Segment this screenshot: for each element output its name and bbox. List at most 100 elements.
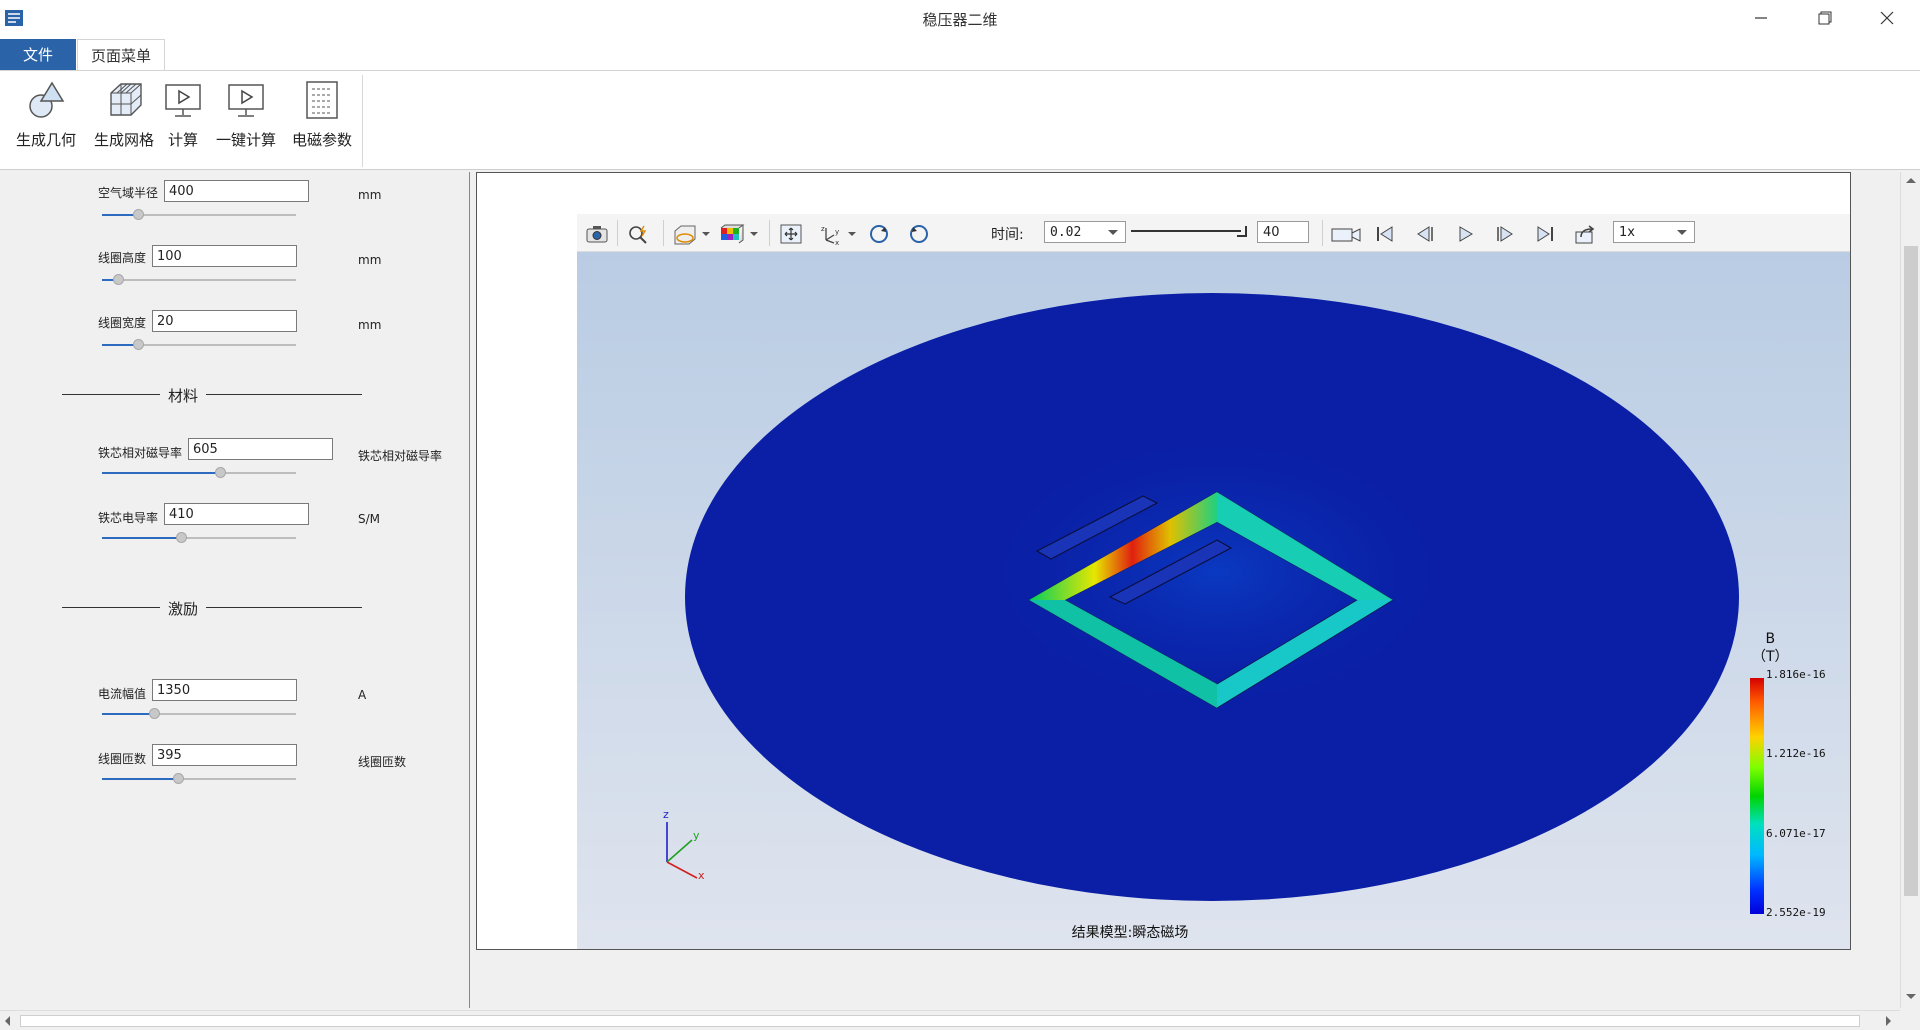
current-amplitude-unit: A [358,688,367,702]
tab-page-menu[interactable]: 页面菜单 [77,39,165,71]
vertical-scrollbar[interactable] [1900,172,1920,1008]
excitation-divider-right [206,607,362,608]
frame-spinbox[interactable]: 40 [1257,221,1309,243]
current-amplitude-input[interactable] [152,679,297,701]
geometry-icon [29,81,65,118]
record-button[interactable] [1329,222,1363,246]
current-amplitude-slider[interactable] [102,708,296,719]
last-frame-button[interactable] [1531,222,1559,246]
title-bar: 稳压器二维 [0,0,1920,36]
svg-text:x: x [835,239,839,245]
em-params-icon [306,81,338,119]
play-button[interactable] [1451,222,1479,246]
field-glow [997,442,1437,702]
material-divider-left [62,394,160,395]
time-slider[interactable] [1131,230,1241,232]
zoom-fit-button[interactable] [625,222,653,246]
coil-width-label: 线圈宽度 [98,316,147,330]
tab-file[interactable]: 文件 [0,39,76,70]
one-click-compute-button[interactable]: 一键计算 [212,79,280,159]
core-conductivity-input[interactable] [164,503,309,525]
ribbon-divider [362,75,363,167]
axis-view-button[interactable]: z yx [815,222,859,246]
coil-height-slider[interactable] [102,274,296,285]
skip-start-icon [1377,226,1393,242]
time-slider-thumb[interactable] [1237,226,1247,237]
coil-turns-slider[interactable] [102,773,296,784]
excitation-section-title: 激励 [168,600,199,618]
time-label: 时间: [991,227,1024,243]
camera-icon [586,226,608,243]
axis-triad: z y x [663,808,705,882]
air-radius-input[interactable] [164,180,309,202]
legend-tick-max: 1.816e-16 [1766,668,1826,681]
step-back-icon [1417,226,1433,242]
result-caption: 结果模型:瞬态磁场 [1071,925,1189,941]
air-radius-label: 空气域半径 [98,186,159,200]
generate-mesh-button[interactable]: 生成网格 [90,79,158,159]
mesh-icon [110,83,142,116]
legend-color-bar [1750,678,1764,914]
core-conductivity-label: 铁芯电导率 [98,511,159,525]
rotate-left-button[interactable] [865,222,893,246]
horizontal-scrollbar[interactable] [0,1010,1900,1030]
core-conductivity-slider[interactable] [102,532,296,543]
rotate-icon [870,225,888,243]
field-plot[interactable]: z y x [577,252,1850,949]
legend-title: B （T） [1752,630,1789,666]
xyz-axes-icon: z yx [821,225,856,245]
scroll-left-icon[interactable] [5,1016,10,1026]
close-button[interactable] [1856,0,1918,36]
coil-width-slider[interactable] [102,339,296,350]
move-icon [780,224,802,244]
svg-text:x: x [698,869,705,882]
coil-width-unit: mm [358,318,382,332]
prev-frame-button[interactable] [1411,222,1439,246]
ribbon: 生成几何 生成网格 计算 一键计算 电磁参数 [0,70,1920,170]
material-divider-right [206,394,362,395]
window-title: 稳压器二维 [922,11,998,29]
coil-height-input[interactable] [152,245,297,267]
step-forward-icon [1497,226,1513,242]
legend-tick-min: 2.552e-19 [1766,906,1826,919]
export-icon [1575,225,1595,244]
vertical-scroll-thumb[interactable] [1904,246,1918,896]
scroll-down-icon[interactable] [1906,994,1916,999]
coil-turns-input[interactable] [152,744,297,766]
horizontal-scroll-thumb[interactable] [20,1015,1860,1027]
scroll-up-icon[interactable] [1906,178,1916,183]
core-conductivity-unit: S/M [358,512,381,526]
first-frame-button[interactable] [1371,222,1399,246]
compute-button[interactable]: 计算 [162,79,204,159]
menu-bar: 文件 页面菜单 [0,36,1920,71]
display-mode-button[interactable] [671,222,711,246]
air-radius-unit: mm [358,188,382,202]
coil-turns-label: 线圈匝数 [98,752,147,766]
color-map-button[interactable] [717,222,761,246]
svg-text:y: y [693,829,700,842]
one-click-compute-icon [228,84,264,117]
playback-speed-select[interactable]: 1x [1613,221,1695,243]
export-button[interactable] [1571,222,1599,246]
svg-text:y: y [835,228,839,236]
reset-view-button[interactable] [905,222,933,246]
visibility-icon [674,225,710,245]
core-permeability-input[interactable] [188,438,333,460]
generate-geometry-button[interactable]: 生成几何 [12,79,80,159]
magnifier-icon [629,225,647,244]
scroll-right-icon[interactable] [1886,1016,1891,1026]
legend-quantity: B [1765,631,1776,647]
em-params-button[interactable]: 电磁参数 [288,79,356,159]
screenshot-button[interactable] [583,222,611,246]
svg-text:z: z [821,225,825,233]
restore-button[interactable] [1794,0,1856,36]
minimize-button[interactable] [1730,0,1792,36]
core-permeability-slider[interactable] [102,467,296,478]
time-select[interactable]: 0.02 [1044,221,1126,243]
current-amplitude-label: 电流幅值 [98,687,147,701]
pan-button[interactable] [777,222,805,246]
next-frame-button[interactable] [1491,222,1519,246]
coil-width-input[interactable] [152,310,297,332]
air-radius-slider[interactable] [102,209,296,220]
coil-turns-unit: 线圈匝数 [358,755,407,769]
